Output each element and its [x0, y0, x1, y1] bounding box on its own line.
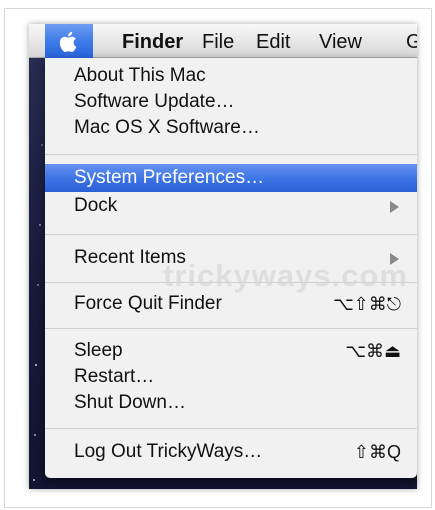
keyboard-shortcut: ⇧⌘Q: [353, 442, 401, 462]
menu-item-label: Restart…: [74, 366, 155, 387]
menu-item-label: System Preferences…: [74, 167, 265, 188]
menu-item-mac-os-x-software[interactable]: Mac OS X Software…: [45, 114, 417, 142]
menu-item-label: Dock: [74, 195, 118, 216]
menu-item-log-out[interactable]: Log Out TrickyWays… ⇧⌘Q: [45, 438, 417, 466]
menubar-file[interactable]: File: [202, 30, 234, 54]
menu-item-sleep[interactable]: Sleep ⌥⌘⏏: [45, 337, 417, 365]
menubar-finder[interactable]: Finder: [122, 30, 183, 54]
menu-item-label: Software Update…: [74, 91, 235, 112]
menu-item-force-quit[interactable]: Force Quit Finder ⌥⇧⌘⎋: [45, 290, 417, 318]
menu-item-label: Force Quit Finder: [74, 293, 222, 314]
submenu-arrow-icon: [390, 201, 399, 213]
menu-separator: [45, 154, 417, 155]
menu-item-software-update[interactable]: Software Update…: [45, 88, 417, 116]
menu-separator: [45, 234, 417, 235]
menu-separator: [45, 328, 417, 329]
menubar-edit[interactable]: Edit: [256, 30, 290, 54]
menu-item-label: Mac OS X Software…: [74, 117, 260, 138]
menu-item-shut-down[interactable]: Shut Down…: [45, 389, 417, 417]
menu-item-label: Log Out TrickyWays…: [74, 441, 263, 462]
menu-item-system-preferences[interactable]: System Preferences…: [45, 164, 417, 192]
menu-item-restart[interactable]: Restart…: [45, 363, 417, 391]
keyboard-shortcut: ⌥⇧⌘⎋: [332, 294, 401, 314]
menu-item-dock[interactable]: Dock: [45, 192, 417, 220]
apple-menu-button[interactable]: [45, 24, 93, 58]
submenu-arrow-icon: [390, 253, 399, 265]
menubar-go[interactable]: G: [406, 30, 417, 54]
menu-item-label: Sleep: [74, 340, 123, 361]
menu-bar: Finder File Edit View G: [29, 24, 417, 58]
menubar-view[interactable]: View: [319, 30, 362, 54]
keyboard-shortcut: ⌥⌘⏏: [345, 341, 401, 361]
menu-item-label: About This Mac: [74, 65, 206, 86]
menu-separator: [45, 282, 417, 283]
menu-item-recent-items[interactable]: Recent Items: [45, 244, 417, 272]
menu-item-label: Shut Down…: [74, 392, 186, 413]
apple-logo-icon: [59, 31, 77, 53]
apple-menu-dropdown: About This Mac Software Update… Mac OS X…: [45, 58, 417, 478]
menu-item-about-this-mac[interactable]: About This Mac: [45, 62, 417, 90]
menu-separator: [45, 428, 417, 429]
menu-item-label: Recent Items: [74, 247, 186, 268]
mac-desktop: Finder File Edit View G About This Mac S…: [29, 24, 417, 489]
